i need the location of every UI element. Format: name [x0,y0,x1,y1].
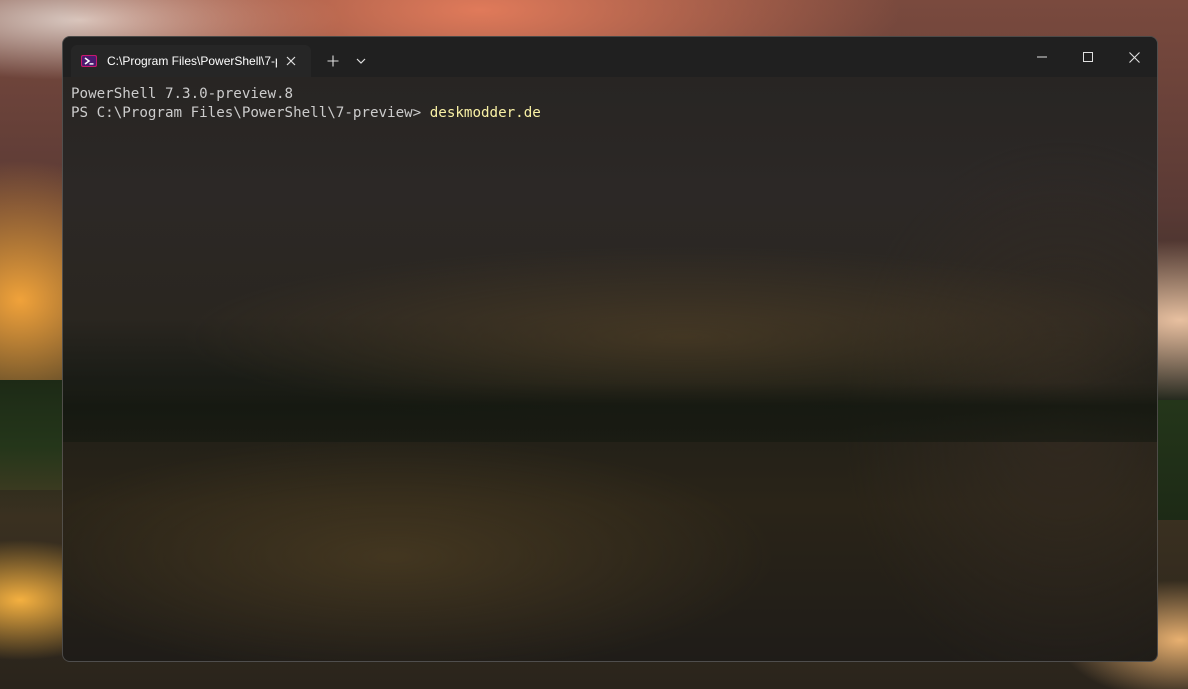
maximize-icon [1083,52,1093,62]
minimize-button[interactable] [1019,37,1065,77]
tab-powershell[interactable]: C:\Program Files\PowerShell\7-preview [71,45,311,77]
version-line: PowerShell 7.3.0-preview.8 [71,86,294,102]
tab-close-icon[interactable] [281,51,301,71]
title-bar[interactable]: C:\Program Files\PowerShell\7-preview [63,37,1157,77]
plus-icon [327,55,339,67]
prompt-line: PS C:\Program Files\PowerShell\7-preview… [71,104,1149,123]
powershell-icon [81,53,97,69]
close-icon [1128,51,1140,63]
close-window-button[interactable] [1111,37,1157,77]
wallpaper-trees-right [1158,400,1188,520]
tab-title: C:\Program Files\PowerShell\7-preview [107,54,277,68]
terminal-output[interactable]: PowerShell 7.3.0-preview.8 PS C:\Program… [71,85,1149,661]
command-text: deskmodder.de [429,105,541,121]
prompt-text: PS C:\Program Files\PowerShell\7-preview… [71,105,430,121]
wallpaper-trees-left [0,380,62,490]
terminal-window: C:\Program Files\PowerShell\7-preview [62,36,1158,662]
minimize-icon [1037,56,1047,58]
chevron-down-icon [356,58,366,64]
new-tab-button[interactable] [319,49,347,73]
profile-dropdown-button[interactable] [349,49,373,73]
maximize-button[interactable] [1065,37,1111,77]
